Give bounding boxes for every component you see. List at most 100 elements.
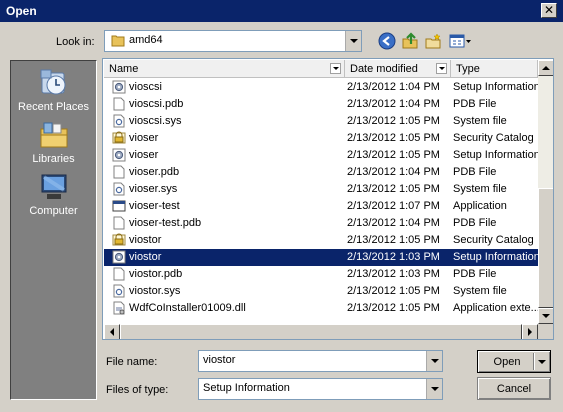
- file-row[interactable]: vioscsi.pdb 2/13/2012 1:04 PM PDB File: [104, 96, 538, 113]
- cancel-button[interactable]: Cancel: [477, 377, 551, 400]
- look-in-dropdown-arrow[interactable]: [345, 31, 361, 51]
- file-row[interactable]: vioser-test 2/13/2012 1:07 PM Application: [104, 198, 538, 215]
- file-row[interactable]: vioscsi.sys 2/13/2012 1:05 PM System file: [104, 113, 538, 130]
- libraries-icon: [40, 122, 67, 148]
- sys-file-icon: [112, 284, 126, 298]
- file-row[interactable]: vioser-test.pdb 2/13/2012 1:04 PM PDB File: [104, 215, 538, 232]
- file-date: 2/13/2012 1:04 PM: [347, 81, 440, 93]
- place-recent-places[interactable]: Recent Places: [11, 67, 96, 113]
- open-button[interactable]: Open: [477, 350, 551, 373]
- file-row[interactable]: vioser.pdb 2/13/2012 1:04 PM PDB File: [104, 164, 538, 181]
- open-options-arrow[interactable]: [538, 360, 546, 364]
- file-type: System file: [453, 285, 507, 297]
- file-date: 2/13/2012 1:05 PM: [347, 183, 440, 195]
- places-bar: Recent Places Libraries Computer: [10, 60, 97, 400]
- file-row[interactable]: vioser 2/13/2012 1:05 PM Setup Information: [104, 147, 539, 164]
- dll-file-icon: [112, 301, 126, 315]
- column-header-type[interactable]: Type: [451, 60, 538, 78]
- cat-file-icon: [112, 131, 126, 145]
- file-type: PDB File: [453, 98, 497, 110]
- column-header-label: Type: [456, 63, 480, 75]
- scroll-down-button[interactable]: [538, 308, 553, 324]
- file-date: 2/13/2012 1:03 PM: [347, 268, 440, 280]
- file-name: vioscsi: [129, 81, 163, 93]
- back-button[interactable]: [376, 30, 398, 52]
- file-name-dropdown-arrow[interactable]: [426, 351, 442, 371]
- place-label: Recent Places: [18, 101, 89, 113]
- file-type-label: Files of type:: [106, 384, 169, 396]
- place-computer[interactable]: Computer: [11, 171, 96, 217]
- inf-file-icon: [112, 250, 126, 264]
- file-name: vioser.pdb: [129, 166, 180, 178]
- file-row[interactable]: viostor 2/13/2012 1:03 PM Setup Informatio…: [104, 249, 539, 266]
- file-date: 2/13/2012 1:05 PM: [347, 149, 440, 161]
- inf-file-icon: [112, 148, 126, 162]
- file-date: 2/13/2012 1:05 PM: [347, 302, 440, 314]
- file-date: 2/13/2012 1:05 PM: [347, 234, 440, 246]
- scroll-thumb[interactable]: [120, 324, 522, 339]
- new-folder-button[interactable]: [422, 30, 444, 52]
- file-row[interactable]: vioser.sys 2/13/2012 1:05 PM System file: [104, 181, 538, 198]
- file-name: vioscsi.sys: [129, 115, 182, 127]
- vertical-scrollbar[interactable]: [538, 60, 553, 324]
- file-type-value: Setup Information: [203, 382, 290, 394]
- up-folder-icon: [402, 32, 418, 49]
- file-row[interactable]: vioscsi 2/13/2012 1:04 PM Setup Informatio…: [104, 79, 539, 96]
- file-name: viostor.sys: [129, 285, 181, 297]
- file-type: Application exte...: [453, 302, 539, 314]
- file-date: 2/13/2012 1:04 PM: [347, 98, 440, 110]
- file-name: vioscsi.pdb: [129, 98, 184, 110]
- file-date: 2/13/2012 1:03 PM: [347, 251, 440, 263]
- inf-file-icon: [112, 80, 126, 94]
- file-type-select[interactable]: Setup Information: [198, 378, 443, 400]
- column-filter-icon[interactable]: [436, 63, 447, 74]
- back-icon: [378, 32, 396, 50]
- file-name-input[interactable]: viostor: [198, 350, 443, 372]
- place-libraries[interactable]: Libraries: [11, 119, 96, 165]
- column-header-label: Date modified: [350, 63, 418, 75]
- file-name: viostor.pdb: [129, 268, 183, 280]
- file-row[interactable]: vioser 2/13/2012 1:05 PM Security Catalog: [104, 130, 538, 147]
- exe-file-icon: [112, 199, 126, 213]
- look-in-combo[interactable]: amd64: [104, 30, 362, 52]
- file-file-icon: [112, 97, 126, 111]
- file-date: 2/13/2012 1:04 PM: [347, 166, 440, 178]
- open-button-label: Open: [493, 355, 521, 368]
- scroll-corner: [538, 324, 553, 339]
- title-bar: Open ✕: [0, 0, 563, 22]
- file-file-icon: [112, 267, 126, 281]
- recent-places-icon: [40, 69, 65, 95]
- file-type: Application: [453, 200, 507, 212]
- file-name: viostor: [129, 251, 162, 263]
- file-row[interactable]: WdfCoInstaller01009.dll 2/13/2012 1:05 PM…: [104, 300, 539, 317]
- file-row[interactable]: viostor.sys 2/13/2012 1:05 PM System file: [104, 283, 538, 300]
- column-header-date[interactable]: Date modified: [345, 60, 451, 78]
- file-row[interactable]: viostor 2/13/2012 1:05 PM Security Catalog: [104, 232, 538, 249]
- up-folder-button[interactable]: [399, 30, 421, 52]
- scroll-right-button[interactable]: [522, 324, 538, 339]
- place-label: Computer: [29, 205, 78, 217]
- scroll-up-button[interactable]: [538, 60, 553, 76]
- scroll-thumb[interactable]: [538, 188, 553, 308]
- file-file-icon: [112, 216, 126, 230]
- file-name: vioser: [129, 132, 159, 144]
- look-in-label: Look in:: [56, 36, 95, 48]
- look-in-value: amd64: [129, 34, 163, 46]
- file-row[interactable]: viostor.pdb 2/13/2012 1:03 PM PDB File: [104, 266, 538, 283]
- file-type: System file: [453, 183, 507, 195]
- column-header-name[interactable]: Name: [104, 60, 345, 78]
- file-file-icon: [112, 165, 126, 179]
- file-type: PDB File: [453, 268, 497, 280]
- cat-file-icon: [112, 233, 126, 247]
- file-name: WdfCoInstaller01009.dll: [129, 302, 246, 314]
- close-button[interactable]: ✕: [541, 3, 557, 18]
- file-type-dropdown-arrow[interactable]: [426, 379, 442, 399]
- file-date: 2/13/2012 1:07 PM: [347, 200, 440, 212]
- views-menu-button[interactable]: [447, 30, 473, 52]
- file-list[interactable]: Name Date modified Type vioscsi 2/13/2012…: [102, 58, 554, 340]
- file-type: PDB File: [453, 217, 497, 229]
- scroll-left-button[interactable]: [104, 324, 120, 339]
- file-type: Setup Information: [453, 81, 539, 93]
- horizontal-scrollbar[interactable]: [104, 324, 538, 339]
- column-filter-icon[interactable]: [330, 63, 341, 74]
